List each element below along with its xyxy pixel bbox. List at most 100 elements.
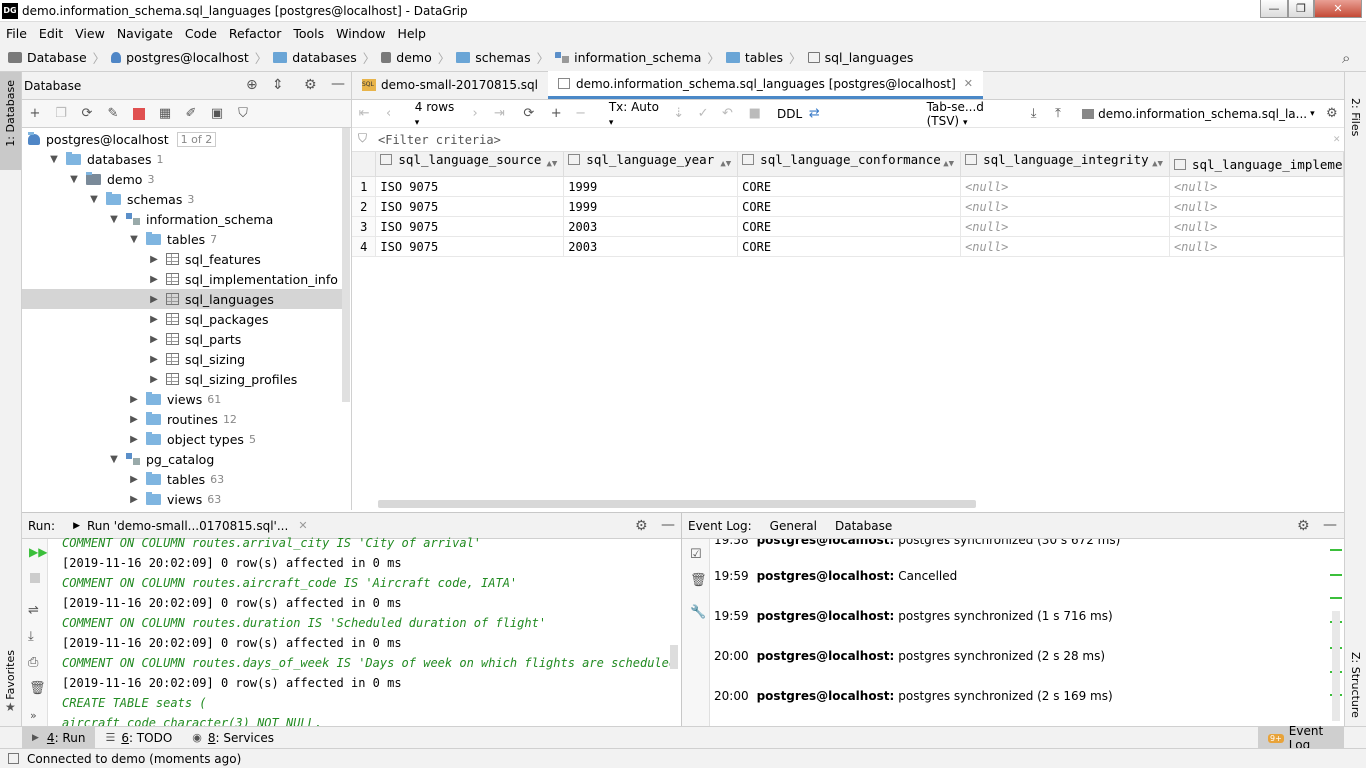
refresh-icon[interactable]: ⟳ [79, 106, 95, 122]
menu-refactor[interactable]: Refactor [223, 26, 287, 41]
column-header[interactable]: sql_language_source ▲▼ [375, 152, 565, 177]
rows-dropdown[interactable]: 4 rows ▾ [415, 100, 458, 128]
maximize-button[interactable]: ❐ [1288, 0, 1314, 18]
menu-view[interactable]: View [69, 26, 111, 41]
target-table-dropdown[interactable]: demo.information_schema.sql_la... ▾ [1082, 107, 1315, 121]
menu-code[interactable]: Code [179, 26, 223, 41]
clear-filter-icon[interactable]: ✕ [1333, 132, 1340, 145]
table-cell[interactable]: 1999 [563, 176, 739, 197]
chevron-right-icon[interactable]: ▶ [128, 494, 140, 505]
event-source-link[interactable]: postgres@localhost: [757, 649, 895, 663]
table-cell[interactable]: 2003 [563, 236, 739, 257]
column-header[interactable]: sql_language_year ▲▼ [563, 152, 739, 177]
edit-icon[interactable]: ✐ [183, 106, 199, 122]
delete-row-icon[interactable]: − [573, 106, 587, 122]
table-cell[interactable]: <null> [960, 176, 1170, 197]
print-icon[interactable]: ⎙ [28, 655, 38, 670]
rerun-icon[interactable]: ▶▶ [29, 545, 47, 559]
export-format-dropdown[interactable]: Tab-se...d (TSV) ▾ [927, 100, 1019, 128]
tool-tab-services[interactable]: ◉ 8: Services [182, 727, 284, 749]
commit-icon[interactable]: ✓ [696, 106, 710, 122]
tree-node[interactable]: ▼ information_schema [22, 209, 342, 229]
chevron-right-icon[interactable]: ▶ [148, 294, 160, 305]
scroll-to-end-icon[interactable]: ⤓ [28, 629, 34, 644]
run-tab[interactable]: ▶ Run 'demo-small...0170815.sql'... ✕ [73, 519, 307, 533]
add-row-icon[interactable]: + [549, 106, 563, 122]
first-page-icon[interactable]: ⇤ [357, 106, 371, 122]
filter-input[interactable]: <Filter criteria> [378, 133, 501, 147]
stop-icon[interactable] [30, 573, 40, 583]
tree-node[interactable]: ▼ demo 3 [22, 169, 342, 189]
chevron-down-icon[interactable]: ▼ [108, 214, 120, 225]
collapse-all-icon[interactable]: ⇕ [272, 77, 284, 93]
close-tab-icon[interactable]: ✕ [964, 77, 973, 90]
table-cell[interactable]: ISO 9075 [375, 236, 565, 257]
sort-icon[interactable]: ▲▼ [943, 152, 954, 176]
tx-history-icon[interactable]: ⇣ [671, 106, 685, 122]
tree-node[interactable]: ▶ tables 63 [22, 469, 342, 489]
row-number[interactable]: 1 [352, 176, 377, 197]
table-cell[interactable]: ISO 9075 [375, 216, 565, 237]
row-number[interactable]: 4 [352, 236, 377, 257]
event-source-link[interactable]: postgres@localhost: [757, 539, 895, 547]
hide-panel-icon[interactable]: — [661, 517, 675, 533]
add-icon[interactable]: + [27, 106, 43, 122]
table-cell[interactable]: 1999 [563, 196, 739, 217]
close-window-button[interactable]: ✕ [1314, 0, 1362, 18]
last-page-icon[interactable]: ⇥ [492, 106, 506, 122]
compare-icon[interactable]: ⇄ [807, 106, 821, 122]
menu-navigate[interactable]: Navigate [111, 26, 179, 41]
table-row[interactable]: 4 ISO 9075 2003 CORE <null> <null> [352, 236, 1344, 257]
table-cell[interactable]: <null> [960, 196, 1170, 217]
status-toggle-icon[interactable] [8, 753, 19, 764]
table-cell[interactable]: <null> [1169, 176, 1344, 197]
menu-file[interactable]: File [0, 26, 33, 41]
chevron-right-icon[interactable]: ▶ [148, 354, 160, 365]
menu-window[interactable]: Window [330, 26, 391, 41]
rollback-icon[interactable]: ↶ [720, 106, 734, 122]
tree-node[interactable]: ▶ sql_sizing_profiles [22, 369, 342, 389]
hide-panel-icon[interactable]: — [331, 76, 345, 92]
tree-node[interactable]: ▼ tables 7 [22, 229, 342, 249]
table-cell[interactable]: ISO 9075 [375, 196, 565, 217]
menu-help[interactable]: Help [391, 26, 432, 41]
chevron-right-icon[interactable]: ▶ [148, 374, 160, 385]
table-cell[interactable]: <null> [960, 236, 1170, 257]
sort-icon[interactable]: ▲▼ [546, 152, 557, 176]
ddl-button[interactable]: DDL [777, 107, 802, 121]
filter-bar[interactable]: ⛉ <Filter criteria> ✕ [352, 128, 1344, 152]
chevron-down-icon[interactable]: ▼ [128, 234, 140, 245]
console-scrollbar[interactable] [670, 645, 678, 669]
table-row[interactable]: 3 ISO 9075 2003 CORE <null> <null> [352, 216, 1344, 237]
locate-icon[interactable]: ⊕ [246, 77, 258, 93]
tool-tab-run[interactable]: ▶ 4: Run [22, 726, 96, 749]
settings-gear-icon[interactable]: ⚙ [635, 518, 648, 534]
tree-node[interactable]: ▶ routines 12 [22, 409, 342, 429]
chevron-right-icon[interactable]: ▶ [128, 434, 140, 445]
transaction-mode-dropdown[interactable]: Tx: Auto ▾ [609, 100, 662, 128]
breadcrumb-server[interactable]: postgres@localhost [111, 50, 249, 65]
close-tab-icon[interactable]: ✕ [298, 519, 307, 532]
event-source-link[interactable]: postgres@localhost: [757, 689, 895, 703]
chevron-right-icon[interactable]: ▶ [128, 394, 140, 405]
breadcrumb-tables[interactable]: tables [725, 50, 783, 65]
tree-node[interactable]: postgres@localhost 1 of 2 [22, 129, 342, 149]
reload-icon[interactable]: ⟳ [522, 106, 536, 122]
table-cell[interactable]: <null> [1169, 236, 1344, 257]
breadcrumb-demo[interactable]: demo [381, 50, 432, 65]
row-number[interactable]: 2 [352, 196, 377, 217]
next-page-icon[interactable]: › [468, 106, 482, 122]
tool-tab-todo[interactable]: ☰ 6: TODO [95, 727, 182, 749]
menu-edit[interactable]: Edit [33, 26, 69, 41]
filter-icon[interactable]: ⛉ [235, 106, 251, 122]
prev-page-icon[interactable]: ‹ [381, 106, 395, 122]
table-cell[interactable]: ISO 9075 [375, 176, 565, 197]
table-cell[interactable]: CORE [737, 196, 962, 217]
breadcrumb-information-schema[interactable]: information_schema [555, 50, 701, 65]
chevron-right-icon[interactable]: ▶ [148, 314, 160, 325]
chevron-down-icon[interactable]: ▼ [88, 194, 100, 205]
table-cell[interactable]: CORE [737, 176, 962, 197]
column-header[interactable]: sql_language_implementation [1169, 152, 1344, 177]
settings-gear-icon[interactable]: ⚙ [304, 77, 317, 93]
chevron-down-icon[interactable]: ▼ [48, 154, 60, 165]
